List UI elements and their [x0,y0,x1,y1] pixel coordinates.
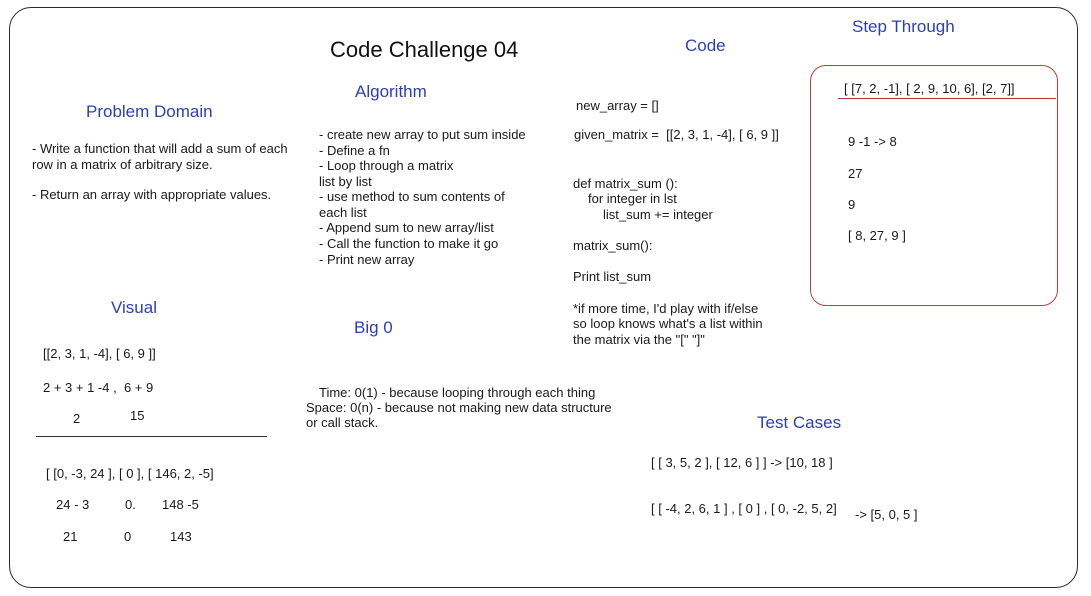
problem-domain-heading: Problem Domain [86,102,213,121]
visual-heading: Visual [111,298,157,317]
algorithm-line: each list [319,205,367,220]
code-print-line: Print list_sum [573,269,652,284]
visual-example2-work: 24 - 3 [56,497,90,512]
problem-domain-line: row in a matrix of arbitrary size. [32,157,213,172]
algorithm-line: - Define a fn [319,143,390,158]
step-through-step: 27 [848,166,863,181]
big-o-heading: Big 0 [354,318,393,337]
algorithm-line: - Print new array [319,252,415,267]
visual-example2-matrix: [ [0, -3, 24 ], [ 0 ], [ 146, 2, -5] [46,466,214,481]
algorithm-line: - create new array to put sum inside [319,127,526,142]
visual-example1-result: 2 [73,411,81,426]
visual-example2-result: 21 [63,529,78,544]
visual-example1-sums: 2 + 3 + 1 -4 , 6 + 9 [43,380,154,395]
test-case-2-output: -> [5, 0, 5 ] [855,507,918,522]
big-o-line: or call stack. [306,415,379,430]
visual-divider [36,436,267,437]
step-through-input: [ [7, 2, -1], [ 2, 9, 10, 6], [2, 7]] [844,81,1015,96]
code-new-array: new_array = [] [576,98,659,113]
step-through-box [810,65,1058,306]
code-for-line: for integer in lst [588,191,677,206]
step-through-step: 9 [848,197,856,212]
big-o-line: Time: 0(1) - because looping through eac… [319,385,596,400]
algorithm-line: - use method to sum contents of [319,189,505,204]
step-through-step: 9 -1 -> 8 [848,134,897,149]
step-through-result: [ 8, 27, 9 ] [848,228,906,243]
algorithm-heading: Algorithm [355,82,427,101]
code-note-line: the matrix via the "[" "]" [573,332,705,347]
code-call-line: matrix_sum(): [573,238,653,253]
visual-example2-result: 0 [124,529,132,544]
test-case-2-input: [ [ -4, 2, 6, 1 ] , [ 0 ] , [ 0, -2, 5, … [651,501,837,516]
code-note-line: so loop knows what's a list within [573,316,763,331]
visual-example2-result: 143 [170,529,192,544]
page-title: Code Challenge 04 [330,37,519,62]
code-def-line: def matrix_sum (): [573,176,678,191]
problem-domain-line: - Return an array with appropriate value… [32,187,272,202]
algorithm-line: - Loop through a matrix [319,158,454,173]
step-through-divider [838,98,1056,99]
code-heading: Code [685,36,726,55]
problem-domain-line: - Write a function that will add a sum o… [32,141,288,156]
visual-example2-work: 148 -5 [162,497,199,512]
big-o-line: Space: 0(n) - because not making new dat… [306,400,612,415]
visual-example1-result: 15 [130,408,145,423]
step-through-heading: Step Through [852,17,955,36]
visual-example2-work: 0. [125,497,136,512]
algorithm-line: list by list [319,174,372,189]
algorithm-line: - Append sum to new array/list [319,220,494,235]
code-given-matrix: given_matrix = [[2, 3, 1, -4], [ 6, 9 ]] [574,127,779,142]
visual-example1-matrix: [[2, 3, 1, -4], [ 6, 9 ]] [43,346,156,361]
test-case-1: [ [ 3, 5, 2 ], [ 12, 6 ] ] -> [10, 18 ] [651,455,833,470]
code-sum-line: list_sum += integer [603,207,713,222]
test-cases-heading: Test Cases [757,413,842,432]
algorithm-line: - Call the function to make it go [319,236,499,251]
code-note-line: *if more time, I'd play with if/else [573,301,759,316]
